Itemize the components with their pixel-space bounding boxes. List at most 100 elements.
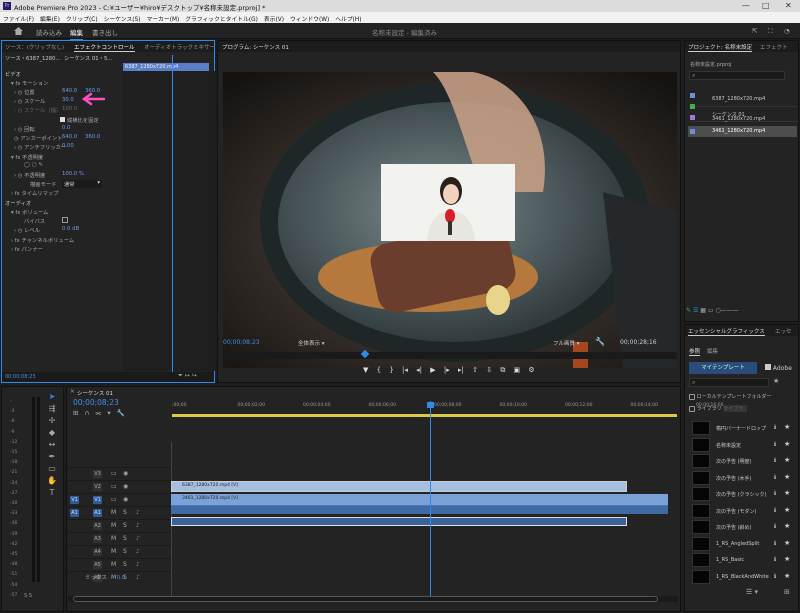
uniform-scale-row[interactable]: 縦横比を固定 (60, 116, 99, 124)
linked-icon[interactable]: ⫘ (95, 409, 101, 417)
panner-row[interactable]: › fx パンナー (11, 245, 43, 253)
hand-tool-icon[interactable]: ✋ (45, 475, 59, 487)
menu-help[interactable]: ヘルプ(H) (332, 12, 364, 23)
solo-button[interactable]: S (123, 509, 127, 516)
mic-icon[interactable]: ♪ (136, 574, 140, 581)
program-title[interactable]: プログラム: シーケンス 01 (222, 43, 289, 51)
quick-export-icon[interactable]: ⇱ (752, 27, 757, 35)
template-item[interactable]: 次の予告 (クラシック) ℹ ★ (686, 486, 798, 502)
go-to-out-icon[interactable]: ▸| (458, 366, 464, 374)
overlay-clip-frame[interactable] (381, 164, 515, 241)
close-tab-icon[interactable]: ✕ (70, 389, 75, 395)
level-value[interactable]: 0.0 dB (62, 226, 79, 234)
sync-lock-icon[interactable]: ▭ (111, 483, 117, 490)
favorite-star-icon[interactable]: ★ (784, 506, 790, 514)
mic-icon[interactable]: ♪ (136, 535, 140, 542)
info-icon[interactable]: ℹ (774, 490, 776, 497)
tab-effect-controls[interactable]: エフェクトコントロール (74, 43, 135, 52)
favorite-star-icon[interactable]: ★ (784, 489, 790, 497)
channel-volume-row[interactable]: › fx チャンネルボリューム (11, 236, 74, 244)
favorite-star-icon[interactable]: ★ (784, 522, 790, 530)
info-icon[interactable]: ℹ (774, 474, 776, 481)
menu-clip[interactable]: クリップ(C) (63, 12, 101, 23)
timeline-settings-icon[interactable]: 🔧 (117, 409, 125, 417)
selection-tool-icon[interactable]: ➤ (45, 391, 59, 403)
position-x[interactable]: 640.0 (62, 88, 77, 96)
sync-lock-icon[interactable]: ▭ (111, 470, 117, 477)
in-point-icon[interactable]: { (377, 366, 381, 374)
rotation-value[interactable]: 0.0 (62, 125, 70, 133)
tab-project[interactable]: プロジェクト: 名称未設定 (688, 43, 753, 52)
settings-icon[interactable]: ⚙ (528, 366, 534, 374)
mic-icon[interactable]: ♪ (136, 522, 140, 529)
mute-button[interactable]: M (111, 535, 116, 542)
track-target[interactable]: A5 (93, 561, 102, 569)
quality-dropdown[interactable]: フル画質 ▾ (553, 339, 595, 349)
freeform-view-icon[interactable]: ▭ (708, 307, 714, 314)
mute-button[interactable]: M (111, 522, 116, 529)
lift-icon[interactable]: ⇧ (472, 366, 478, 374)
antiflicker-value[interactable]: 0.00 (62, 143, 74, 151)
track-target[interactable]: A4 (93, 548, 102, 556)
zoom-slider[interactable]: ○——— (715, 307, 738, 314)
scale-value[interactable]: 30.0 (62, 97, 74, 105)
sequence-clip-label[interactable]: シーケンス 01・5... (64, 54, 112, 62)
play-icon[interactable]: ▶ (430, 366, 435, 374)
tab-import[interactable]: 読み込み (36, 27, 62, 37)
rect-mask-icon[interactable]: ▢ (32, 162, 37, 168)
timeline-ruler[interactable]: ;00;00 00;00;02;00 00;00;04;00 00;00;06;00 0… (172, 401, 723, 415)
icon-view-icon[interactable]: ▦ (700, 307, 706, 314)
menu-view[interactable]: 表示(V) (261, 12, 287, 23)
project-search-input[interactable]: ⌕ (689, 71, 785, 80)
source-patch[interactable]: A1 (70, 509, 79, 517)
go-to-in-icon[interactable]: |◂ (402, 366, 408, 374)
track-target[interactable]: V3 (93, 470, 102, 478)
step-back-icon[interactable]: ◂| (416, 366, 422, 374)
template-item[interactable]: 1_RS_BlackAndWhite ℹ ★ (686, 569, 798, 585)
type-tool-icon[interactable]: T (45, 487, 59, 499)
ripple-edit-tool-icon[interactable]: ✢ (45, 415, 59, 427)
track-target[interactable]: A2 (93, 522, 102, 530)
info-icon[interactable]: ℹ (774, 441, 776, 448)
menu-sequence[interactable]: シーケンス(S) (101, 12, 144, 23)
sequence-tab[interactable]: シーケンス 01 (77, 389, 113, 397)
clip-a2[interactable] (171, 517, 627, 526)
playhead-handle[interactable] (427, 402, 434, 408)
info-icon[interactable]: ℹ (774, 424, 776, 431)
marker-icon[interactable]: ▼ (363, 366, 368, 374)
menu-marker[interactable]: マーカー(M) (144, 12, 183, 23)
nest-icon[interactable]: ⊞ (73, 409, 78, 417)
home-icon[interactable] (14, 27, 23, 35)
step-forward-icon[interactable]: |▸ (444, 366, 450, 374)
template-item[interactable]: 1_RS_AngledSplit ℹ ★ (686, 536, 798, 552)
track-select-tool-icon[interactable]: ⇶ (45, 403, 59, 415)
pen-tool-icon[interactable]: ✒ (45, 451, 59, 463)
fit-dropdown[interactable]: 全体表示 ▾ (298, 339, 338, 349)
output-icon[interactable]: ◉ (123, 496, 128, 503)
mute-button[interactable]: M (111, 548, 116, 555)
mic-icon[interactable]: ♪ (136, 509, 140, 516)
work-area-bar[interactable] (172, 414, 677, 417)
track-target[interactable]: V2 (93, 483, 102, 491)
mix-value[interactable]: 0.0 (117, 575, 126, 581)
tab-effects[interactable]: エフェクト (760, 43, 788, 51)
new-layer-icon[interactable]: ⊞ (784, 588, 790, 596)
template-item[interactable]: 1_RS_Basic ℹ ★ (686, 552, 798, 568)
volume-fx[interactable]: ▾ fx ボリューム (11, 208, 48, 216)
menu-graphics[interactable]: グラフィックとタイトル(G) (182, 12, 261, 23)
template-item[interactable]: 次の予告 (モダン) ℹ ★ (686, 503, 798, 519)
favorite-star-icon[interactable]: ★ (784, 555, 790, 563)
favorite-star-icon[interactable]: ★ (784, 539, 790, 547)
info-icon[interactable]: ℹ (774, 573, 776, 580)
project-item-selected[interactable]: 3461_1280x720.mp4 (688, 126, 797, 137)
fullscreen-icon[interactable]: ⛶ (768, 27, 773, 36)
favorite-star-icon[interactable]: ★ (784, 473, 790, 481)
ellipse-mask-icon[interactable]: ◯ (24, 162, 30, 168)
anchor-x[interactable]: 640.0 (62, 134, 77, 142)
time-remap-row[interactable]: › fx タイムリマップ (11, 189, 58, 197)
mini-timeline[interactable] (123, 71, 215, 371)
solo-button[interactable]: S (123, 561, 127, 568)
mic-icon[interactable]: ♪ (136, 548, 140, 555)
clip-bar[interactable]: 6387_1280x720.mp4 (123, 63, 209, 71)
output-icon[interactable]: ◉ (123, 470, 128, 477)
